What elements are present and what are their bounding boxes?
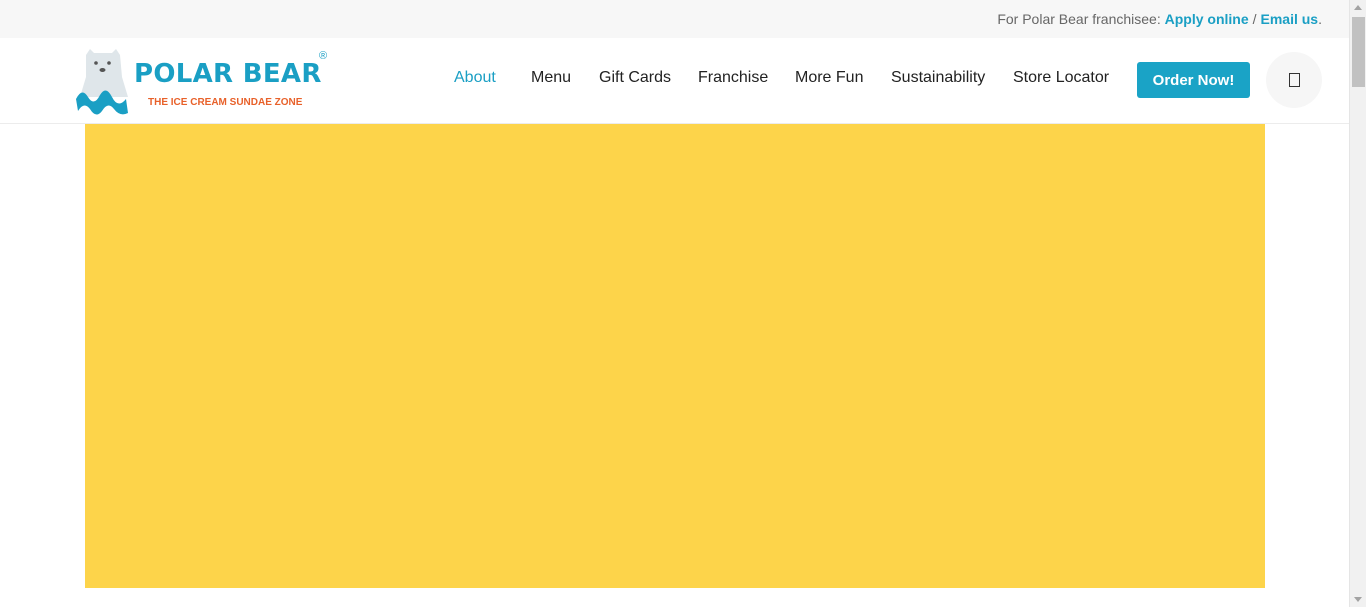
vertical-scrollbar[interactable] xyxy=(1349,0,1366,607)
nav-item-store-locator[interactable]: Store Locator xyxy=(1013,69,1109,87)
franchise-prefix-text: For Polar Bear franchisee: xyxy=(997,11,1161,27)
scroll-down-arrow-icon[interactable] xyxy=(1354,597,1362,602)
nav-item-about[interactable]: About xyxy=(454,69,496,87)
nav-item-franchise[interactable]: Franchise xyxy=(698,69,768,87)
nav-item-gift-cards[interactable]: Gift Cards xyxy=(599,69,671,87)
order-now-button[interactable]: Order Now! xyxy=(1137,62,1250,98)
hero-banner xyxy=(85,124,1265,588)
cart-button[interactable] xyxy=(1266,52,1322,108)
cart-icon xyxy=(1288,73,1300,87)
separator: / xyxy=(1252,11,1257,27)
email-us-link[interactable]: Email us xyxy=(1261,11,1319,27)
topbar-suffix: . xyxy=(1318,11,1322,27)
nav-item-more-fun[interactable]: More Fun xyxy=(795,69,863,87)
main-nav: About Menu Gift Cards Franchise More Fun… xyxy=(0,38,1349,124)
nav-item-menu[interactable]: Menu xyxy=(531,69,571,87)
site-header: POLAR BEAR ® THE ICE CREAM SUNDAE ZONE A… xyxy=(0,38,1349,124)
top-announcement-bar: For Polar Bear franchisee: Apply online … xyxy=(0,0,1349,38)
scrollbar-thumb[interactable] xyxy=(1352,17,1365,87)
apply-online-link[interactable]: Apply online xyxy=(1165,11,1249,27)
nav-item-sustainability[interactable]: Sustainability xyxy=(891,69,985,87)
page: For Polar Bear franchisee: Apply online … xyxy=(0,0,1366,607)
scroll-up-arrow-icon[interactable] xyxy=(1354,5,1362,10)
